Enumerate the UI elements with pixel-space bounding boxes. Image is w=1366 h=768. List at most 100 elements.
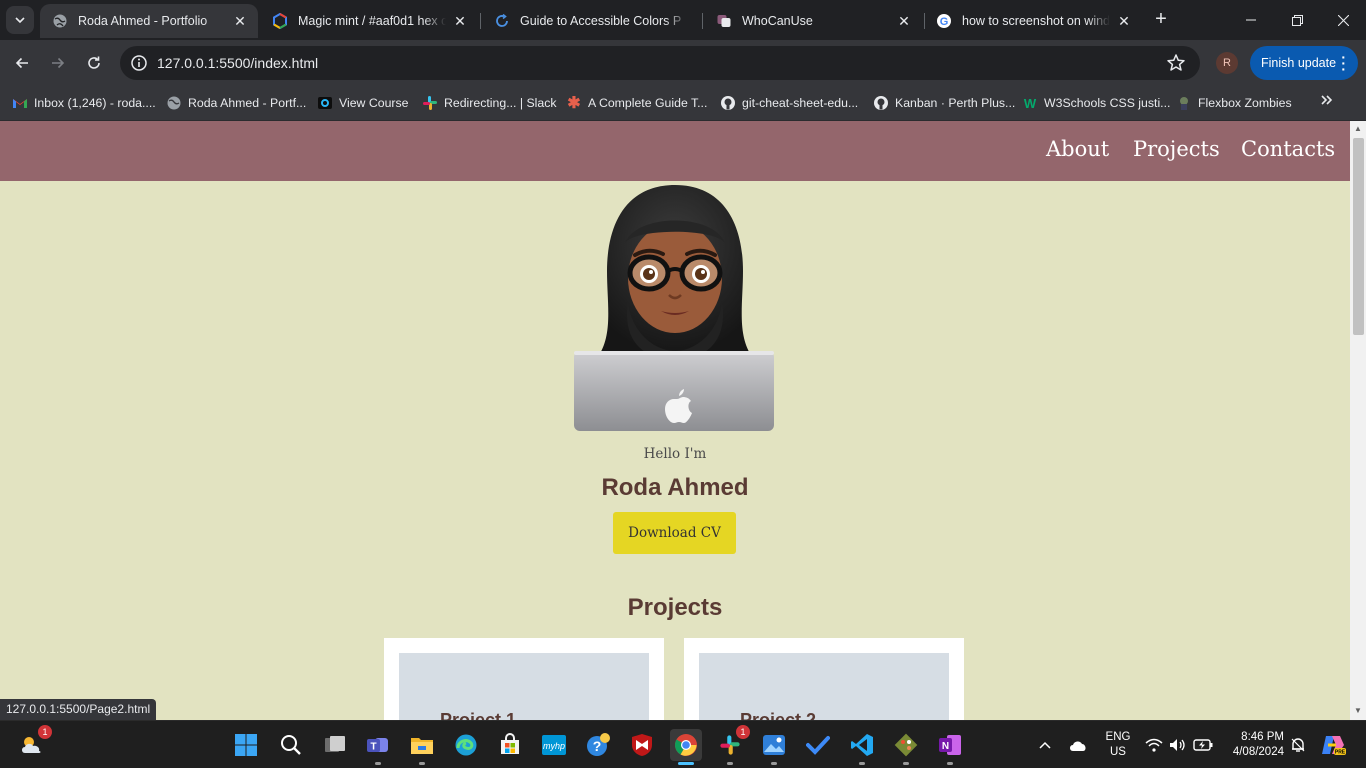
battery-tray[interactable] [1193,721,1213,768]
teams-app[interactable]: T [362,729,394,765]
bookmark-git-cheat-sheet[interactable]: git-cheat-sheet-edu... [720,93,858,113]
photos-app[interactable] [758,729,790,765]
finish-update-button[interactable]: Finish update · · · [1250,46,1358,80]
tab-magic-mint[interactable]: Magic mint / #aaf0d1 hex co ✕ [260,4,478,38]
tab-title: Magic mint / #aaf0d1 hex co [298,14,446,28]
bookmark-flexbox-zombies[interactable]: Flexbox Zombies [1176,93,1292,113]
profile-avatar[interactable]: R [1216,52,1238,74]
vscode-app[interactable] [846,729,878,765]
taskbar-search-button[interactable] [275,729,307,761]
bookmark-inbox[interactable]: Inbox (1,246) - roda.... [12,93,156,113]
start-button[interactable] [230,729,262,761]
bookmark-label: Redirecting... | Slack [444,96,557,110]
svg-text:myhp: myhp [543,741,565,751]
mcafee-app[interactable] [626,729,658,761]
page-viewport: About Projects Contacts Hello I'm Roda A… [0,121,1366,720]
windows-taskbar: 1 T myhp ? 1 N ENG US 8:46 PM 4/08/2024 … [0,720,1366,768]
tab-screenshot-search[interactable]: G how to screenshot on windo ✕ [924,4,1142,38]
chevron-up-icon [1039,741,1051,749]
scrollbar-thumb[interactable] [1353,138,1364,335]
speaker-icon [1170,739,1185,751]
onedrive-tray[interactable] [1068,721,1088,768]
site-info-icon[interactable] [130,54,148,72]
reload-button[interactable] [81,50,107,76]
bookmark-view-course[interactable]: View Course [317,93,409,113]
more-bookmarks-button[interactable] [1320,93,1334,112]
microsoft-store-app[interactable] [494,729,526,761]
show-hidden-icons-button[interactable] [1038,721,1052,768]
bookmark-w3schools[interactable]: W W3Schools CSS justi... [1022,93,1171,113]
avatar-memoji-image [574,185,774,431]
language-code: ENG [1105,731,1131,743]
bookmark-roda-portfolio[interactable]: Roda Ahmed - Portf... [166,93,306,113]
close-window-button[interactable] [1320,0,1366,40]
nav-link-projects[interactable]: Projects [1133,137,1220,161]
get-help-app[interactable]: ? [582,729,614,761]
bookmark-label: Kanban · Perth Plus... [895,96,1016,110]
whocanuse-icon [716,13,732,29]
file-explorer-app[interactable] [406,729,438,765]
tab-whocanuse[interactable]: WhoCanUse ✕ [704,4,922,38]
onenote-app[interactable]: N [934,729,966,765]
copilot-button[interactable]: PRE [1320,721,1346,768]
bookmark-kanban[interactable]: Kanban · Perth Plus... [873,93,1015,113]
tab-search-button[interactable] [6,6,34,34]
page-scrollbar[interactable]: ▲ ▼ [1350,121,1366,720]
git-app[interactable] [890,729,922,765]
onenote-icon: N [939,735,961,755]
scroll-up-arrow-icon[interactable]: ▲ [1353,124,1363,133]
edge-app[interactable] [450,729,482,761]
bookmark-star-icon[interactable] [1166,53,1186,73]
bookmark-label: Roda Ahmed - Portf... [188,96,307,110]
folder-icon [411,738,433,754]
restore-button[interactable] [1274,0,1320,40]
back-button[interactable] [9,50,35,76]
github-icon [873,95,889,111]
close-icon[interactable]: ✕ [452,13,468,30]
clock-time: 8:46 PM [1241,731,1284,743]
project-card-1[interactable]: Project 1 [384,638,664,720]
todo-app[interactable] [802,729,834,761]
close-icon[interactable]: ✕ [1116,13,1132,30]
weather-widget[interactable]: 1 [16,725,52,761]
nav-link-about[interactable]: About [1046,137,1109,161]
slack-app[interactable]: 1 [714,725,750,765]
minimize-button[interactable] [1228,0,1274,40]
bookmark-css-tricks[interactable]: ✱ A Complete Guide T... [566,93,707,113]
volume-tray[interactable] [1169,721,1187,768]
tab-roda-portfolio[interactable]: Roda Ahmed - Portfolio ✕ [40,4,258,38]
browser-toolbar: 127.0.0.1:5500/index.html R Finish updat… [0,40,1366,86]
network-tray[interactable] [1145,721,1163,768]
project-card-2[interactable]: Project 2 [684,638,964,720]
system-clock[interactable]: 8:46 PM 4/08/2024 [1222,730,1284,760]
scroll-down-arrow-icon[interactable]: ▼ [1353,706,1363,715]
project-card-title[interactable]: Project 1 [440,710,516,720]
url-text[interactable]: 127.0.0.1:5500/index.html [157,55,318,71]
chrome-app[interactable] [670,729,702,765]
download-cv-button[interactable]: Download CV [613,512,736,554]
bookmark-slack[interactable]: Redirecting... | Slack [422,93,557,113]
close-icon[interactable]: ✕ [232,13,248,30]
project-card-title[interactable]: Project 2 [740,710,816,720]
task-view-button[interactable] [319,729,351,761]
clock-date: 4/08/2024 [1232,746,1284,758]
minimize-icon [1246,19,1256,21]
tab-accessible-colors[interactable]: Guide to Accessible Colors P [482,4,700,38]
project-card-image [399,653,649,720]
address-bar[interactable]: 127.0.0.1:5500/index.html [120,46,1200,80]
help-icon: ? [587,733,610,756]
input-language-indicator[interactable]: ENG US [1100,730,1136,760]
myhp-app[interactable]: myhp [538,729,570,761]
notification-center-button[interactable] [1290,721,1306,768]
nav-link-contacts[interactable]: Contacts [1241,137,1335,161]
close-icon[interactable]: ✕ [896,13,912,30]
projects-heading: Projects [627,594,723,621]
do-not-disturb-icon [1291,738,1305,752]
more-vertical-icon: · · · [1341,49,1346,77]
new-tab-button[interactable]: + [1150,8,1172,32]
wifi-icon [1145,738,1163,752]
link-status-bubble: 127.0.0.1:5500/Page2.html [0,699,157,720]
forward-button[interactable] [45,50,71,76]
chrome-icon [675,734,697,756]
svg-text:?: ? [593,738,602,754]
